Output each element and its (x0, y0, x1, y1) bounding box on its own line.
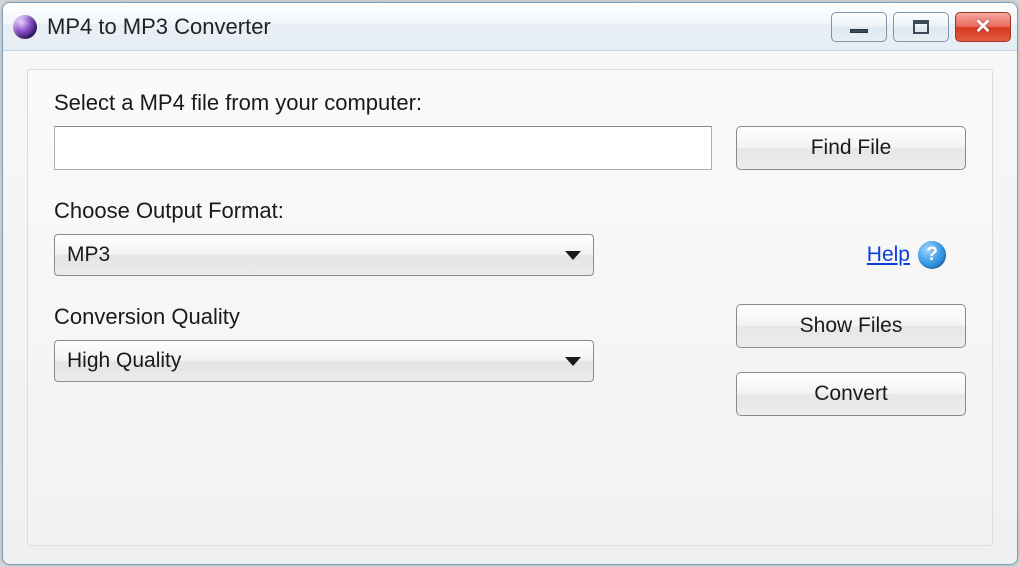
quality-label: Conversion Quality (54, 304, 594, 330)
window-controls: ✕ (831, 12, 1011, 42)
help-area: Help ? (867, 241, 946, 269)
convert-button[interactable]: Convert (736, 372, 966, 416)
file-select-label: Select a MP4 file from your computer: (54, 90, 966, 116)
help-icon[interactable]: ? (918, 241, 946, 269)
close-icon: ✕ (975, 14, 992, 39)
main-panel: Select a MP4 file from your computer: Fi… (27, 69, 993, 546)
application-window: MP4 to MP3 Converter ✕ Select a MP4 file… (2, 2, 1018, 565)
output-format-dropdown[interactable]: MP3 (54, 234, 594, 276)
file-row: Find File (54, 126, 966, 170)
action-buttons: Show Files Convert (736, 304, 966, 416)
output-format-label: Choose Output Format: (54, 198, 966, 224)
titlebar[interactable]: MP4 to MP3 Converter ✕ (3, 3, 1017, 51)
find-file-button[interactable]: Find File (736, 126, 966, 170)
minimize-icon (850, 29, 868, 33)
format-section: Choose Output Format: MP3 Help ? (54, 198, 966, 276)
chevron-down-icon (565, 251, 581, 260)
app-icon (13, 15, 37, 39)
show-files-button[interactable]: Show Files (736, 304, 966, 348)
format-row: MP3 Help ? (54, 234, 966, 276)
close-button[interactable]: ✕ (955, 12, 1011, 42)
minimize-button[interactable] (831, 12, 887, 42)
help-link[interactable]: Help (867, 243, 910, 267)
chevron-down-icon (565, 357, 581, 366)
window-title: MP4 to MP3 Converter (47, 14, 831, 40)
file-path-input[interactable] (54, 126, 712, 170)
quality-left: Conversion Quality High Quality (54, 304, 594, 382)
quality-section: Conversion Quality High Quality Show Fil… (54, 304, 966, 416)
quality-value: High Quality (67, 349, 565, 373)
client-area: Select a MP4 file from your computer: Fi… (3, 51, 1017, 564)
quality-dropdown[interactable]: High Quality (54, 340, 594, 382)
maximize-icon (913, 20, 929, 34)
maximize-button[interactable] (893, 12, 949, 42)
output-format-value: MP3 (67, 243, 565, 267)
